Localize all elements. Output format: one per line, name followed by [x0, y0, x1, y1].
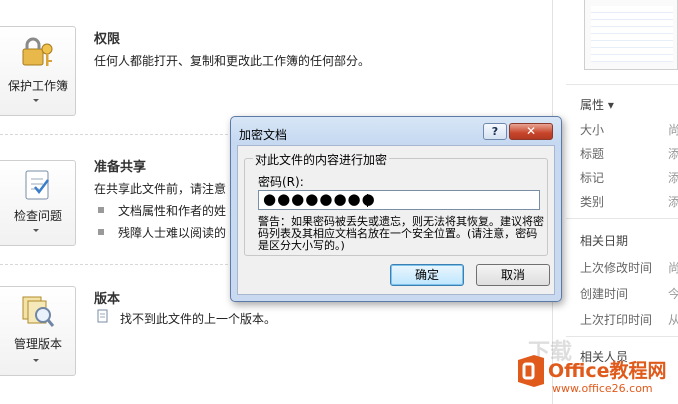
document-icon — [97, 309, 108, 323]
versions-text: 找不到此文件的上一个版本。 — [120, 312, 277, 326]
date-value: 尚 — [668, 261, 678, 275]
date-value: 今 — [668, 287, 678, 301]
dialog-body: 对此文件的内容进行加密 密码(R): ●●●●●●●● 警告：如果密码被丢失或遗… — [237, 145, 555, 295]
bullet-icon — [98, 207, 104, 213]
checklist-icon — [25, 170, 49, 200]
protect-workbook-label: 保护工作簿 — [7, 79, 68, 93]
bullet-icon — [98, 229, 104, 235]
versions-icon — [22, 296, 55, 327]
date-value: 从 — [668, 313, 678, 327]
property-value[interactable]: 添 — [668, 145, 678, 162]
share-text: 在共享此文件前，请注意 — [94, 182, 227, 196]
date-label: 上次打印时间 — [580, 313, 653, 327]
warning-text: 警告：如果密码被丢失或遗忘，则无法将其恢复。建议将密码列表及其相应文档名放在一个… — [258, 215, 544, 252]
chevron-down-icon — [33, 229, 39, 232]
share-heading: 准备共享 — [94, 160, 147, 175]
property-value[interactable]: 添 — [668, 169, 678, 186]
property-label: 大小 — [580, 123, 605, 137]
password-mask: ●●●●●●●● — [263, 190, 376, 208]
dialog-title: 加密文档 — [239, 128, 288, 142]
versions-heading: 版本 — [94, 292, 121, 307]
lock-key-icon — [22, 37, 53, 66]
date-label: 创建时间 — [580, 287, 629, 301]
panel-separator — [566, 218, 678, 219]
password-label: 密码(R): — [258, 175, 304, 189]
permissions-heading: 权限 — [94, 32, 121, 47]
office-logo-icon — [518, 355, 544, 387]
share-bullet-item: 残障人士难以阅读的 — [118, 226, 227, 240]
manage-versions-label: 管理版本 — [13, 337, 62, 351]
cancel-button[interactable]: 取消 — [476, 264, 550, 286]
permissions-text: 任何人都能打开、复制和更改此工作簿的任何部分。 — [94, 54, 371, 68]
encrypt-document-dialog: 加密文档 ? ✕ 对此文件的内容进行加密 密码(R): ●●●●●●●● 警告：… — [230, 116, 562, 302]
watermark-url: www.office26.com — [552, 382, 653, 395]
share-bullet-item: 文档属性和作者的姓 — [118, 204, 227, 218]
close-button[interactable]: ✕ — [509, 123, 553, 140]
property-label: 类别 — [580, 195, 605, 209]
check-issues-label: 检查问题 — [13, 209, 62, 223]
properties-heading[interactable]: 属性 ▾ — [580, 96, 614, 113]
document-thumbnail[interactable] — [584, 0, 678, 70]
thumbnail-grid — [591, 6, 673, 62]
help-button[interactable]: ? — [483, 123, 507, 140]
property-label: 标记 — [580, 171, 605, 185]
property-value[interactable]: 添 — [668, 193, 678, 210]
ok-button[interactable]: 确定 — [390, 264, 464, 286]
watermark-brand: Office教程网 — [548, 360, 667, 382]
date-label: 上次修改时间 — [580, 261, 653, 275]
property-label: 标题 — [580, 147, 605, 161]
dates-heading: 相关日期 — [580, 234, 629, 248]
property-value: 尚 — [668, 123, 678, 137]
password-input[interactable]: ●●●●●●●● — [258, 190, 540, 210]
panel-separator — [566, 84, 678, 85]
check-issues-button[interactable]: 检查问题 — [0, 160, 76, 246]
protect-workbook-button[interactable]: 保护工作簿 — [0, 26, 76, 116]
panel-separator — [566, 336, 678, 337]
text-caret — [367, 194, 368, 207]
group-title: 对此文件的内容进行加密 — [253, 151, 390, 168]
manage-versions-button[interactable]: 管理版本 — [0, 286, 76, 376]
chevron-down-icon — [33, 99, 39, 102]
chevron-down-icon — [33, 359, 39, 362]
